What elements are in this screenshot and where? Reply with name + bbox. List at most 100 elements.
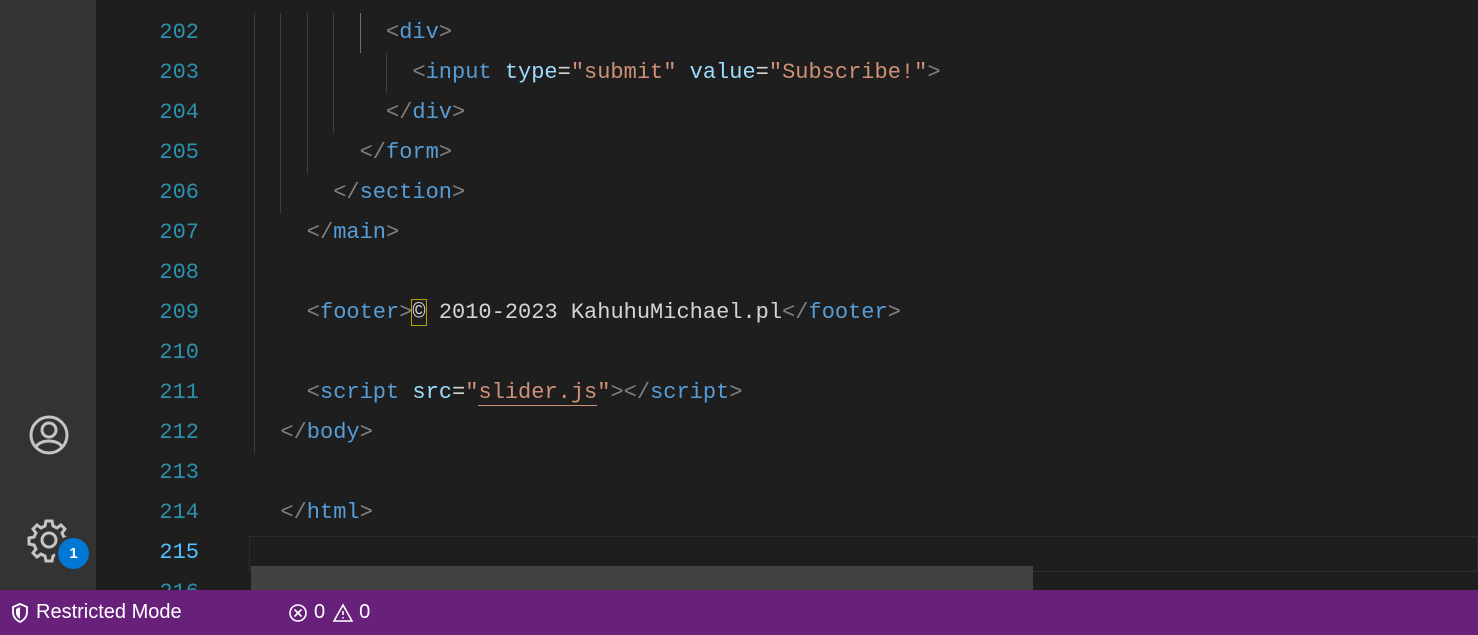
code-token: > (452, 100, 466, 125)
code-token: ></ (610, 380, 651, 405)
code-token: footer (808, 300, 888, 325)
code-line[interactable]: 210 (96, 333, 1478, 373)
line-number: 204 (159, 100, 199, 125)
code-text: </form> (360, 133, 452, 173)
code-line[interactable]: 208 (96, 253, 1478, 293)
code-token: html (306, 500, 360, 525)
warning-count: 0 (359, 601, 371, 623)
code-token: " (465, 380, 479, 405)
line-number: 208 (159, 260, 199, 285)
code-token: body (306, 420, 360, 445)
status-bar: Restricted Mode 0 0 (0, 590, 1478, 635)
code-token: "submit" (570, 60, 677, 85)
code-token: script (650, 380, 730, 405)
code-token: slider.js (478, 380, 598, 406)
line-number: 203 (159, 60, 199, 85)
code-token: > (359, 420, 373, 445)
code-token: < (306, 380, 320, 405)
line-number: 210 (159, 340, 199, 365)
line-number: 212 (159, 420, 199, 445)
code-line[interactable]: 202 <div> (96, 13, 1478, 53)
line-number: 216 (96, 573, 199, 590)
code-editor[interactable]: 202 <div> 203 <input type="submit" value="S… (96, 0, 1478, 590)
error-icon (289, 603, 307, 622)
code-token: footer (320, 300, 400, 325)
code-token: < (306, 300, 320, 325)
code-text: </main> (307, 213, 399, 253)
restricted-mode-label: Restricted Mode (36, 601, 182, 623)
line-number: 202 (159, 20, 199, 45)
error-count: 0 (314, 601, 326, 623)
code-token: > (729, 380, 743, 405)
code-text: <footer>© 2010-2023 KahuhuMichael.pl</fo… (307, 293, 901, 333)
code-token: 2010-2023 KahuhuMichael.pl (425, 300, 783, 325)
code-line[interactable]: 209 <footer>© 2010-2023 KahuhuMichael.pl<… (96, 293, 1478, 333)
line-number: 213 (159, 460, 199, 485)
code-token: > (438, 140, 453, 165)
code-text: </body> (280, 413, 372, 453)
code-token: < (386, 20, 400, 45)
line-number: 207 (159, 220, 199, 245)
line-number: 209 (159, 300, 199, 325)
line-number: 206 (159, 180, 199, 205)
code-token: > (452, 180, 466, 205)
code-text: <script src="slider.js"></script> (307, 373, 743, 413)
code-token: section (359, 180, 453, 205)
code-token: type (504, 60, 558, 85)
code-token: < (412, 60, 426, 85)
code-line[interactable]: 206 </section> (96, 173, 1478, 213)
code-line[interactable]: 207 </main> (96, 213, 1478, 253)
code-token: </ (280, 420, 307, 445)
warning-icon (333, 602, 354, 622)
code-line[interactable]: 214 </html> (96, 493, 1478, 533)
code-token: main (333, 220, 387, 245)
code-text: <div> (386, 13, 452, 53)
code-line[interactable]: 205 </form> (96, 133, 1478, 173)
code-token: > (359, 500, 373, 525)
code-token: > (927, 60, 941, 85)
code-token: div (399, 20, 439, 45)
line-number: 205 (159, 140, 199, 165)
code-token: > (438, 20, 453, 45)
code-token: value (689, 60, 756, 85)
code-line[interactable]: 203 <input type="submit" value="Subscribe… (96, 53, 1478, 93)
restricted-mode-item[interactable]: Restricted Mode (10, 590, 182, 635)
code-line[interactable]: 213 (96, 453, 1478, 493)
code-token: </ (386, 100, 413, 125)
line-number: 214 (159, 500, 199, 525)
code-token: form (386, 140, 439, 165)
code-text: </html> (280, 493, 372, 533)
code-text: <input type="submit" value="Subscribe!"> (412, 53, 940, 93)
code-token: = (452, 380, 466, 405)
code-token: > (386, 220, 400, 245)
code-line[interactable]: 211 <script src="slider.js"></script> (96, 373, 1478, 413)
code-token: > (399, 300, 413, 325)
code-token: "Subscribe!" (768, 60, 928, 85)
code-token: </ (782, 300, 809, 325)
code-token: </ (359, 140, 386, 165)
code-token: script (320, 380, 400, 405)
accounts-icon[interactable] (24, 410, 74, 460)
code-line[interactable]: 212 </body> (96, 413, 1478, 453)
code-token: src (412, 380, 453, 405)
code-text: </section> (333, 173, 465, 213)
code-token: input (425, 60, 492, 85)
code-token: = (755, 60, 769, 85)
code-text: </div> (386, 93, 465, 133)
problems-item[interactable]: 0 0 (288, 590, 370, 635)
code-token: </ (306, 220, 334, 245)
activity-bar: 1 (0, 0, 96, 590)
line-number: 211 (159, 380, 199, 405)
code-token: > (887, 300, 901, 325)
code-line[interactable]: 204 </div> (96, 93, 1478, 133)
code-token: div (412, 100, 453, 125)
shield-icon (12, 602, 28, 623)
code-token: © (411, 299, 427, 326)
settings-badge: 1 (58, 538, 89, 569)
horizontal-scrollbar[interactable] (251, 566, 1033, 590)
code-token: </ (280, 500, 307, 525)
code-token: </ (333, 180, 360, 205)
